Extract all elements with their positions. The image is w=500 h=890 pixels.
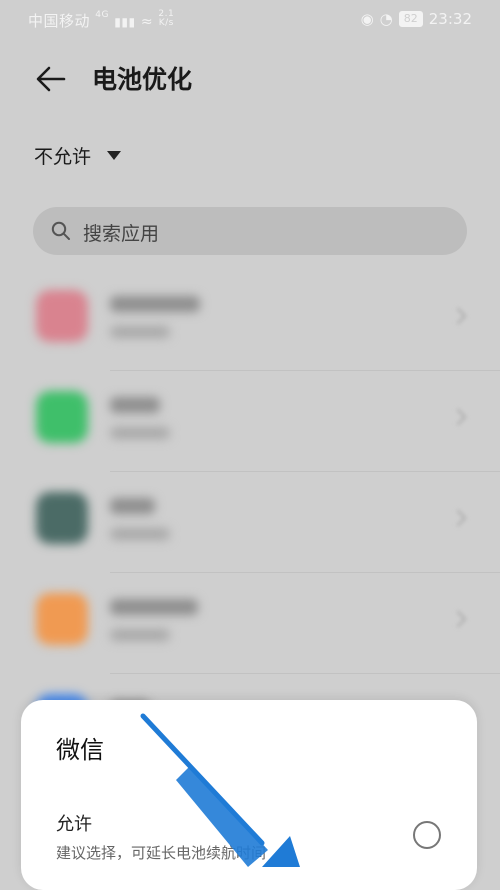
net-speed-unit: K/s <box>158 18 174 28</box>
chevron-right-icon <box>449 509 467 527</box>
allow-option-label[interactable]: 允许 <box>56 810 92 836</box>
app-name-placeholder <box>110 296 200 312</box>
app-name-placeholder <box>110 397 160 413</box>
filter-selected-label: 不允许 <box>34 146 92 168</box>
list-item[interactable] <box>0 573 500 674</box>
status-right: ◉ ◔ 82 23:32 <box>361 10 472 28</box>
net-speed: 2.1 K/s <box>158 10 174 28</box>
app-icon <box>36 593 88 645</box>
carrier-label: 中国移动 <box>28 12 91 30</box>
app-icon <box>36 391 88 443</box>
list-item[interactable] <box>0 472 500 573</box>
search-placeholder: 搜索应用 <box>83 223 160 245</box>
chevron-right-icon <box>449 408 467 426</box>
app-battery-sheet: 微信 允许 建议选择，可延长电池续航时间 <box>21 700 477 890</box>
filter-dropdown[interactable]: 不允许 <box>34 142 122 169</box>
app-name-placeholder <box>110 599 198 615</box>
network-type: 4G <box>95 10 109 20</box>
app-status-placeholder <box>110 427 170 439</box>
battery-indicator: 82 <box>398 11 423 27</box>
back-button[interactable] <box>34 62 68 96</box>
status-bar: 中国移动 4G ▮▮▮ ≈ 2.1 K/s ◉ ◔ 82 23:32 <box>0 0 500 40</box>
chevron-right-icon <box>449 610 467 628</box>
search-input[interactable]: 搜索应用 <box>33 207 467 255</box>
arrow-left-icon <box>36 66 66 92</box>
signal-icon: ▮▮▮ <box>114 15 136 29</box>
app-name-placeholder <box>110 498 155 514</box>
eye-icon: ◉ <box>360 10 374 28</box>
allow-option-description: 建议选择，可延长电池续航时间 <box>56 844 267 862</box>
page-title: 电池优化 <box>92 65 193 94</box>
speedometer-icon: ◔ <box>379 10 393 28</box>
wifi-icon: ≈ <box>140 14 154 30</box>
sheet-title: 微信 <box>56 736 104 764</box>
app-icon <box>36 492 88 544</box>
triangle-down-icon <box>107 151 122 160</box>
app-status-placeholder <box>110 326 170 338</box>
status-left: 中国移动 4G ▮▮▮ ≈ 2.1 K/s <box>28 10 174 31</box>
search-icon <box>51 221 70 240</box>
app-status-placeholder <box>110 528 170 540</box>
clock: 23:32 <box>428 10 472 28</box>
app-status-placeholder <box>110 629 170 641</box>
list-item[interactable] <box>0 270 500 371</box>
app-icon <box>36 290 88 342</box>
allow-radio-button[interactable] <box>413 821 441 849</box>
chevron-right-icon <box>449 307 467 325</box>
list-item[interactable] <box>0 371 500 472</box>
